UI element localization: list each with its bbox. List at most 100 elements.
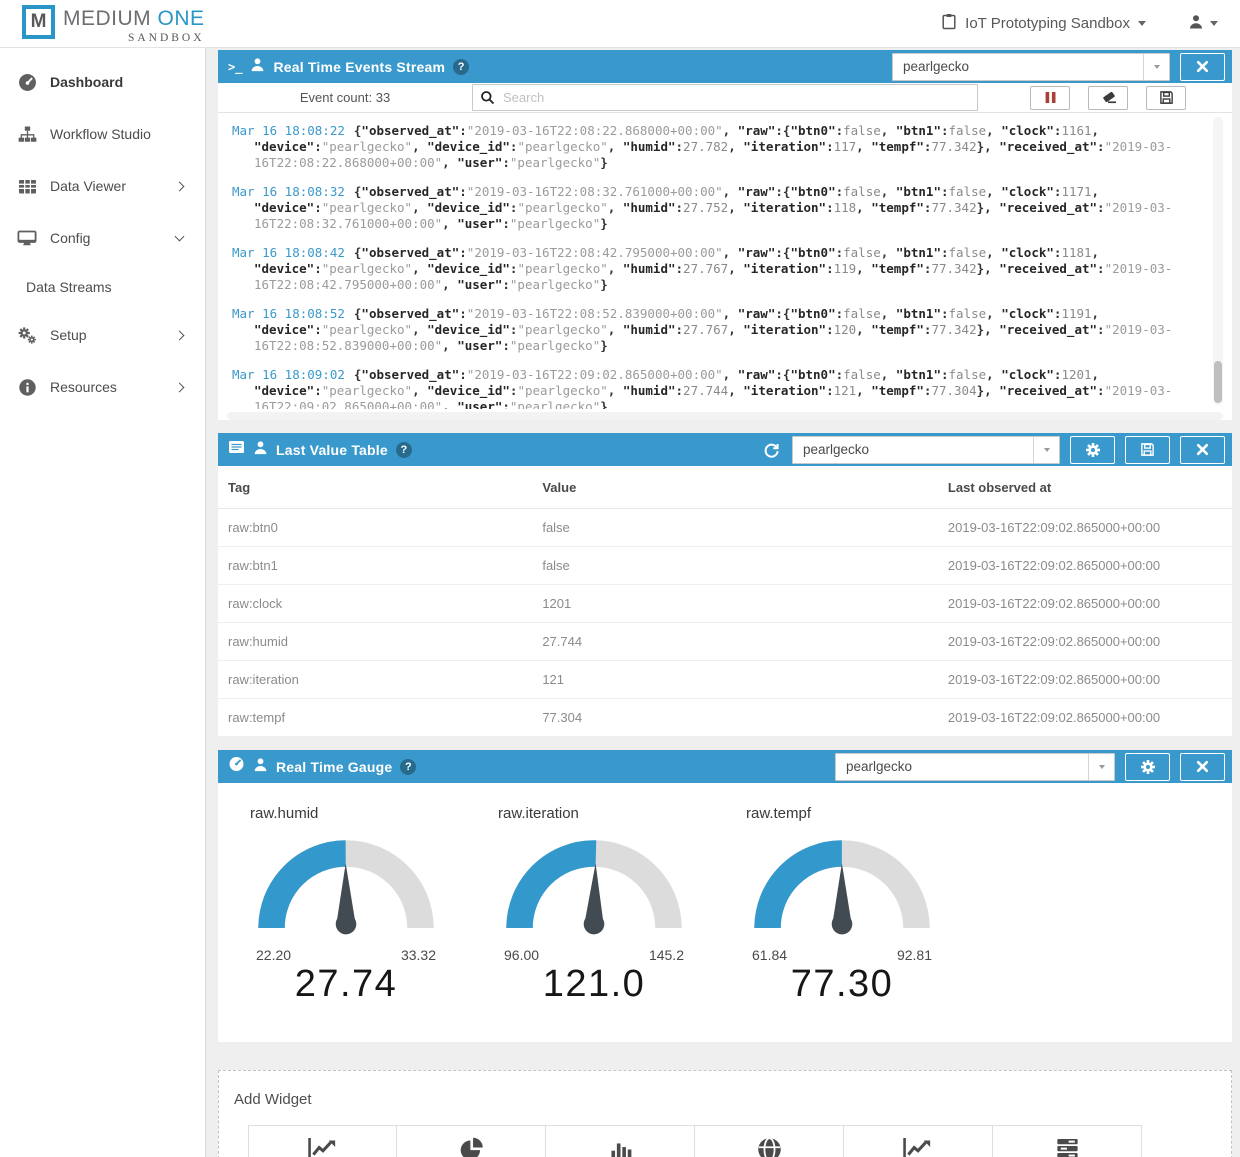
- tag-cell: raw:clock: [218, 585, 532, 623]
- add-widget-item-bar-chart-2[interactable]: Grouped Users: [546, 1125, 695, 1157]
- table-icon: [15, 177, 39, 196]
- last-observed-cell: 2019-03-16T22:09:02.865000+00:00: [938, 509, 1232, 547]
- settings-button[interactable]: [1070, 436, 1115, 464]
- gauge-min: 96.00: [504, 947, 539, 963]
- close-button[interactable]: [1180, 753, 1225, 781]
- gauge-raw-iteration: raw.iteration 96.00 145.2121.0: [496, 799, 744, 1006]
- settings-button[interactable]: [1125, 753, 1170, 781]
- list-icon: [228, 439, 245, 460]
- sidebar-item-label: Workflow Studio: [50, 126, 205, 142]
- table-row: raw:humid27.7442019-03-16T22:09:02.86500…: [218, 623, 1232, 661]
- line-chart-icon: [902, 1136, 934, 1157]
- gauge-min: 61.84: [752, 947, 787, 963]
- close-button[interactable]: [1180, 436, 1225, 464]
- tag-cell: raw:tempf: [218, 699, 532, 737]
- value-cell: 77.304: [532, 699, 938, 737]
- dashboard-icon: [15, 73, 39, 92]
- log-entry: Mar 16 18:08:52{"observed_at":"2019-03-1…: [232, 306, 1202, 354]
- events-toolbar: Event count: 33: [218, 83, 1232, 113]
- gauge-max: 145.2: [649, 947, 684, 963]
- value-cell: false: [532, 509, 938, 547]
- gauge-label: raw.iteration: [498, 805, 744, 822]
- add-widget-item-list-rows-5[interactable]: Single User: [993, 1125, 1142, 1157]
- gauge-arc: [496, 830, 692, 940]
- column-header-tag: Tag: [218, 466, 532, 509]
- sidebar-item-setup[interactable]: Setup: [0, 309, 205, 361]
- event-log: Mar 16 18:08:22{"observed_at":"2019-03-1…: [218, 113, 1232, 409]
- info-icon: [15, 378, 39, 397]
- gauge-value: 27.74: [248, 963, 444, 1006]
- add-widget-item-line-chart-0[interactable]: Grouped Users: [248, 1125, 397, 1157]
- tag-cell: raw:iteration: [218, 661, 532, 699]
- sidebar-item-config[interactable]: Config: [0, 212, 205, 264]
- pie-chart-icon: [458, 1136, 485, 1157]
- sidebar-item-label: Resources: [50, 379, 176, 395]
- log-entry: Mar 16 18:08:22{"observed_at":"2019-03-1…: [232, 123, 1202, 171]
- event-count: Event count: 33: [218, 90, 472, 105]
- table-row: raw:btn0false2019-03-16T22:09:02.865000+…: [218, 509, 1232, 547]
- logo-icon: M: [22, 5, 55, 39]
- event-count-value: 33: [376, 90, 390, 105]
- person-icon: [253, 757, 268, 777]
- table-row: raw:iteration1212019-03-16T22:09:02.8650…: [218, 661, 1232, 699]
- device-select[interactable]: pearlgecko: [792, 436, 1060, 464]
- gauge-min: 22.20: [256, 947, 291, 963]
- help-icon[interactable]: ?: [453, 59, 469, 75]
- list-rows-icon: [1054, 1136, 1081, 1157]
- log-scrollbar[interactable]: [1213, 117, 1223, 405]
- scrollbar-thumb[interactable]: [1214, 361, 1222, 403]
- table-row: raw:tempf77.3042019-03-16T22:09:02.86500…: [218, 699, 1232, 737]
- save-button[interactable]: [1146, 86, 1186, 110]
- last-observed-cell: 2019-03-16T22:09:02.865000+00:00: [938, 661, 1232, 699]
- user-menu[interactable]: [1188, 14, 1218, 34]
- sidebar-item-data-streams[interactable]: Data Streams: [0, 264, 205, 309]
- help-icon[interactable]: ?: [400, 759, 416, 775]
- sidebar-item-data-viewer[interactable]: Data Viewer: [0, 160, 205, 212]
- last-observed-cell: 2019-03-16T22:09:02.865000+00:00: [938, 699, 1232, 737]
- sidebar-item-label: Data Streams: [26, 279, 112, 295]
- log-entry: Mar 16 18:08:42{"observed_at":"2019-03-1…: [232, 245, 1202, 293]
- clear-button[interactable]: [1088, 86, 1128, 110]
- last-value-header: Last Value Table ? pearlgecko: [218, 433, 1232, 466]
- log-hscrollbar[interactable]: [227, 412, 1223, 420]
- sidebar-item-resources[interactable]: Resources: [0, 361, 205, 413]
- line-chart-icon: [307, 1136, 339, 1157]
- widget-title: Last Value Table: [276, 442, 388, 458]
- gauge-label: raw.humid: [250, 805, 496, 822]
- gauge-icon: [228, 756, 245, 777]
- search-input[interactable]: [472, 84, 978, 111]
- value-cell: 121: [532, 661, 938, 699]
- add-widget-item-pie-chart-1[interactable]: Grouped Users: [397, 1125, 546, 1157]
- refresh-button[interactable]: [763, 441, 780, 458]
- add-widget-item-globe-3[interactable]: Grouped Users: [695, 1125, 844, 1157]
- add-widget-title: Add Widget: [234, 1091, 1217, 1108]
- bar-chart-icon: [606, 1136, 635, 1157]
- chevron-down-icon: [1033, 437, 1059, 463]
- chevron-right-icon: [175, 181, 185, 191]
- gauge-header: Real Time Gauge ? pearlgecko: [218, 750, 1232, 783]
- chevron-down-icon: [1210, 21, 1218, 26]
- workspace-selector[interactable]: IoT Prototyping Sandbox: [941, 13, 1146, 34]
- add-widget-item-line-chart-4[interactable]: Single User: [844, 1125, 993, 1157]
- column-header-last-observed: Last observed at: [938, 466, 1232, 509]
- device-select[interactable]: pearlgecko: [892, 53, 1170, 81]
- gauge-arc: [248, 830, 444, 940]
- sidebar-item-workflow-studio[interactable]: Workflow Studio: [0, 108, 205, 160]
- close-button[interactable]: [1180, 53, 1225, 81]
- brand-sub: SANDBOX: [63, 32, 205, 44]
- gauge-label: raw.tempf: [746, 805, 992, 822]
- log-entry: Mar 16 18:08:32{"observed_at":"2019-03-1…: [232, 184, 1202, 232]
- sidebar-item-dashboard[interactable]: Dashboard: [0, 56, 205, 108]
- brand-accent: ONE: [158, 7, 205, 30]
- device-select[interactable]: pearlgecko: [835, 753, 1115, 781]
- gauge-value: 121.0: [496, 963, 692, 1006]
- globe-icon: [756, 1136, 783, 1157]
- save-button[interactable]: [1125, 436, 1170, 464]
- chevron-right-icon: [175, 382, 185, 392]
- gauge-raw-humid: raw.humid 22.20 33.3227.74: [248, 799, 496, 1006]
- gauge-max: 33.32: [401, 947, 436, 963]
- pause-button[interactable]: [1030, 86, 1070, 110]
- help-icon[interactable]: ?: [396, 442, 412, 458]
- value-cell: 1201: [532, 585, 938, 623]
- widget-title: Real Time Gauge: [276, 759, 392, 775]
